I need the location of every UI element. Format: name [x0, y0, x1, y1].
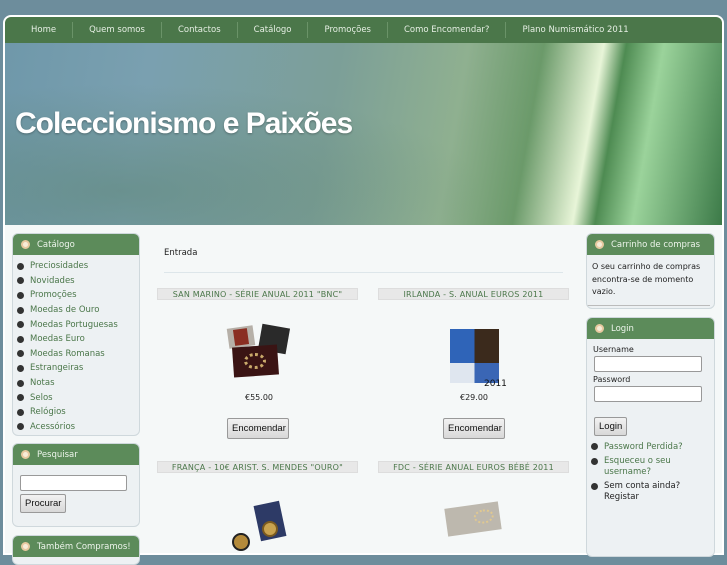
catalog-item-label: Selos — [30, 392, 53, 403]
product-price: €29.00 — [460, 393, 488, 402]
bullet-icon — [17, 423, 24, 431]
bullet-icon — [17, 277, 24, 285]
catalog-item[interactable]: Estrangeiras — [17, 361, 135, 376]
login-button[interactable]: Login — [594, 417, 628, 436]
product-title[interactable]: SAN MARINO - SÉRIE ANUAL 2011 "BNC" — [157, 288, 358, 300]
catalog-item-label: Promoções — [30, 290, 77, 301]
product-image-franca[interactable] — [230, 500, 287, 551]
order-button[interactable]: Encomendar — [443, 418, 505, 439]
order-button[interactable]: Encomendar — [227, 418, 289, 439]
main-heading: Entrada — [164, 248, 198, 258]
password-label: Password — [593, 375, 631, 384]
login-links: Password Perdida? Esqueceu o seu usernam… — [587, 436, 714, 509]
bullet-icon — [591, 443, 598, 450]
catalog-item-label: Estrangeiras — [30, 363, 84, 374]
search-box: Pesquisar Procurar — [12, 443, 140, 527]
username-label: Username — [593, 345, 634, 354]
search-button[interactable]: Procurar — [20, 494, 67, 513]
bullet-icon — [21, 450, 30, 459]
login-box: Login Username Password Login Password P… — [586, 317, 715, 557]
catalog-item[interactable]: Promoções — [17, 288, 135, 303]
bullet-icon — [17, 379, 24, 387]
bullet-icon — [17, 291, 24, 299]
bullet-icon — [17, 394, 24, 402]
username-input[interactable] — [594, 356, 702, 372]
catalog-item-label: Moedas de Ouro — [30, 305, 100, 316]
search-title: Pesquisar — [37, 449, 78, 460]
catalog-item-label: Preciosidades — [30, 261, 89, 272]
product-title[interactable]: FDC - SÉRIE ANUAL EUROS BÉBÉ 2011 — [378, 461, 569, 473]
bullet-icon — [17, 321, 24, 329]
bullet-icon — [595, 324, 604, 333]
bullet-icon — [17, 350, 24, 358]
search-input[interactable] — [20, 475, 127, 491]
cart-title: Carrinho de compras — [611, 239, 701, 250]
catalog-list: Preciosidades Novidades Promoções Moedas de… — [13, 255, 139, 435]
catalog-title: Catálogo — [37, 239, 75, 250]
bullet-icon — [17, 335, 24, 343]
lost-password-link[interactable]: Password Perdida? — [604, 442, 683, 452]
catalog-item-label: Novidades — [30, 275, 75, 286]
site-title: Coleccionismo e Paixões — [15, 107, 353, 140]
nav-quem-somos[interactable]: Quem somos — [73, 22, 162, 38]
product-title[interactable]: FRANÇA - 10€ ARIST. S. MENDES "OURO" — [157, 461, 358, 473]
catalog-item[interactable]: Selos — [17, 390, 135, 405]
product-price: €55.00 — [245, 393, 273, 402]
product-title[interactable]: IRLANDA - S. ANUAL EUROS 2011 — [378, 288, 569, 300]
nav-contactos[interactable]: Contactos — [162, 22, 238, 38]
catalog-item-label: Acessórios — [30, 421, 76, 432]
product-image-san-marino[interactable] — [226, 323, 291, 378]
cart-empty-text: O seu carrinho de compras encontra-se de… — [587, 255, 710, 306]
register-link[interactable]: Sem conta ainda? Registar — [604, 481, 694, 502]
bullet-icon — [591, 458, 598, 465]
bullet-icon — [17, 306, 24, 314]
catalog-item[interactable]: Relógios — [17, 405, 135, 420]
bullet-icon — [595, 240, 604, 249]
catalog-item[interactable]: Novidades — [17, 274, 135, 289]
catalog-item[interactable]: Moedas de Ouro — [17, 303, 135, 318]
bullet-icon — [591, 483, 598, 490]
product-caption: 2011 — [484, 379, 507, 389]
catalog-item[interactable]: Acessórios — [17, 420, 135, 435]
catalog-item[interactable]: Moedas Euro — [17, 332, 135, 347]
buy-title: Também Compramos! — [37, 541, 131, 552]
catalog-item[interactable]: Preciosidades — [17, 259, 135, 274]
bullet-icon — [21, 240, 30, 249]
catalog-item[interactable]: Notas — [17, 376, 135, 391]
product-image-irlanda[interactable] — [450, 329, 499, 383]
bullet-icon — [21, 542, 30, 551]
catalog-item[interactable]: Moedas Romanas — [17, 347, 135, 362]
catalog-box: Catálogo Preciosidades Novidades Promoções… — [12, 233, 140, 436]
nav-catalogo[interactable]: Catálogo — [238, 22, 309, 38]
bullet-icon — [17, 262, 24, 270]
main-nav: Home Quem somos Contactos Catálogo Promo… — [5, 17, 722, 43]
bullet-icon — [17, 408, 24, 416]
nav-como-encomendar[interactable]: Como Encomendar? — [388, 22, 507, 38]
password-input[interactable] — [594, 386, 702, 402]
buy-box: Também Compramos! — [12, 535, 140, 565]
login-title: Login — [611, 323, 634, 334]
catalog-item[interactable]: Moedas Portuguesas — [17, 317, 135, 332]
catalog-item-label: Moedas Euro — [30, 334, 85, 345]
nav-home[interactable]: Home — [15, 22, 74, 38]
forgot-username-link[interactable]: Esqueceu o seu username? — [604, 456, 684, 477]
catalog-item-label: Relógios — [30, 407, 66, 418]
catalog-item-label: Moedas Romanas — [30, 348, 105, 359]
bullet-icon — [17, 364, 24, 372]
catalog-item-label: Notas — [30, 378, 55, 389]
divider — [164, 272, 563, 273]
nav-promocoes[interactable]: Promoções — [308, 22, 388, 38]
nav-plano-numismatico[interactable]: Plano Numismático 2011 — [506, 22, 644, 38]
catalog-item-label: Moedas Portuguesas — [30, 319, 118, 330]
header-banner: Coleccionismo e Paixões — [5, 43, 722, 225]
cart-box: Carrinho de compras O seu carrinho de co… — [586, 233, 715, 309]
